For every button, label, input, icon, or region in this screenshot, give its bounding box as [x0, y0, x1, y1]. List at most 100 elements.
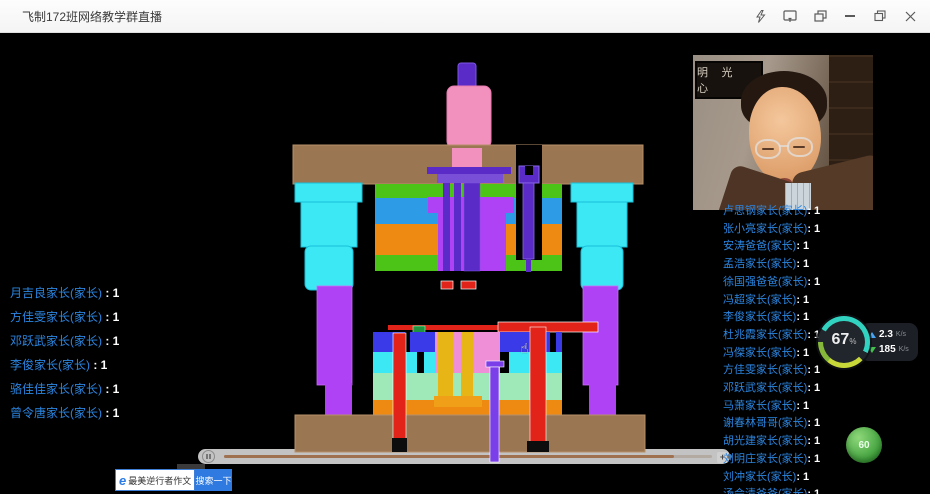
- viewer-name: 曾令唐家长(家长): [10, 406, 102, 420]
- viewer-row: 马萧家长(家长): 1: [723, 398, 923, 416]
- viewer-name: 邓跃武家长(家长): [10, 334, 102, 348]
- viewer-row: 谢春林哥哥(家长): 1: [723, 415, 923, 433]
- seek-track[interactable]: [224, 455, 712, 458]
- viewer-row: 方佳雯家长(家长) : 1: [10, 305, 119, 329]
- teacher-eye: [762, 148, 774, 150]
- viewer-count: : 1: [807, 205, 820, 217]
- teacher-face: [749, 87, 821, 183]
- viewer-count: : 1: [102, 286, 119, 300]
- gauge-inner: 67 %: [823, 321, 865, 363]
- viewer-name: 安涛爸爸(家长): [723, 240, 796, 252]
- viewer-count: : 1: [807, 223, 820, 235]
- viewer-name: 刘明庄家长(家长): [723, 453, 807, 465]
- viewer-name: 胡光建家长(家长): [723, 435, 807, 447]
- download-speed-value: 185: [879, 344, 896, 355]
- restore-icon[interactable]: [872, 8, 888, 24]
- search-button[interactable]: 搜索一下: [195, 469, 232, 491]
- viewer-count: : 1: [796, 311, 809, 323]
- viewer-count: : 1: [807, 417, 820, 429]
- viewer-count: : 1: [102, 406, 119, 420]
- viewer-row: 骆佳佳家长(家长) : 1: [10, 377, 119, 401]
- cascade-windows-icon[interactable]: [812, 8, 828, 24]
- viewer-row: 邓跃武家长(家长): 1: [723, 380, 923, 398]
- viewer-count: : 1: [807, 276, 820, 288]
- viewer-row: 刘明庄家长(家长): 1: [723, 451, 923, 469]
- viewer-row: 汤会清爸爸(家长): 1: [723, 486, 923, 494]
- close-icon[interactable]: [902, 8, 918, 24]
- viewer-name: 孟浩家长(家长): [723, 258, 796, 270]
- gauge-percent-unit: %: [849, 337, 856, 346]
- search-widget-tab: [177, 464, 205, 469]
- viewer-count: : 1: [102, 382, 119, 396]
- pin-window-icon[interactable]: [782, 8, 798, 24]
- viewer-count: : 1: [796, 294, 809, 306]
- bottom-clamp-plate: [295, 415, 645, 452]
- seek-progress: [224, 455, 674, 458]
- viewer-name: 谢春林哥哥(家长): [723, 417, 807, 429]
- viewer-count: : 1: [796, 258, 809, 270]
- viewer-count: : 1: [807, 382, 820, 394]
- mold-upper-half: [293, 63, 643, 272]
- teacher-eye: [793, 146, 805, 148]
- viewer-name: 刘冲家长(家长): [723, 471, 796, 483]
- viewer-name: 张小亮家长(家长): [723, 223, 807, 235]
- top-clamp-plate: [293, 145, 643, 184]
- search-input[interactable]: e 最美逆行者作文: [115, 469, 195, 491]
- viewer-row: 张小亮家长(家长): 1: [723, 221, 923, 239]
- viewer-count: : 1: [796, 240, 809, 252]
- lightning-icon[interactable]: [752, 8, 768, 24]
- download-speed-unit: K/s: [899, 346, 909, 353]
- mouse-cursor-hand: ☝: [520, 340, 529, 357]
- download-speed-row: 185 K/s: [868, 342, 918, 357]
- upload-speed-unit: K/s: [896, 331, 906, 338]
- mold-lower-half: [295, 322, 645, 462]
- viewer-count: : 1: [807, 435, 820, 447]
- accelerator-float-ball[interactable]: 60: [846, 427, 882, 463]
- search-query-text: 最美逆行者作文: [128, 474, 191, 487]
- viewer-list-left: 月吉良家长(家长) : 1 方佳雯家长(家长) : 1 邓跃武家长(家长) : …: [10, 281, 119, 425]
- viewer-name: 徐国强爸爸(家长): [723, 276, 807, 288]
- viewer-row: 胡光建家长(家长): 1: [723, 433, 923, 451]
- viewer-name: 李俊家长(家长): [723, 311, 796, 323]
- viewer-name: 卢思钢家长(家长): [723, 205, 807, 217]
- viewer-row: 邓跃武家长(家长) : 1: [10, 329, 119, 353]
- viewer-row: 冯超家长(家长): 1: [723, 292, 923, 310]
- viewer-name: 冯傑家长(家长): [723, 347, 796, 359]
- gauge-percent: 67: [832, 332, 850, 348]
- viewer-name: 方佳雯家长(家长): [723, 364, 807, 376]
- live-video-stage: + e 最美逆行者作文 搜索一下 月吉良家长(家长) : 1 方佳雯家长(家长)…: [0, 33, 930, 494]
- viewer-row: 曾令唐家长(家长) : 1: [10, 401, 119, 425]
- minimize-icon[interactable]: [842, 8, 858, 24]
- viewer-name: 冯超家长(家长): [723, 294, 796, 306]
- viewer-name: 李俊家长(家长): [10, 358, 90, 372]
- upload-speed-row: 2.3 K/s: [868, 327, 918, 342]
- viewer-name: 汤会清爸爸(家长): [723, 488, 807, 494]
- viewer-name: 杜兆霞家长(家长): [723, 329, 807, 341]
- pause-button[interactable]: [202, 450, 215, 463]
- viewer-name: 骆佳佳家长(家长): [10, 382, 102, 396]
- video-seekbar[interactable]: [198, 449, 730, 464]
- browser-e-icon: e: [119, 473, 126, 488]
- viewer-row: 徐国强爸爸(家长): 1: [723, 274, 923, 292]
- viewer-count: : 1: [807, 488, 820, 494]
- upload-speed-value: 2.3: [879, 329, 893, 340]
- viewer-row: 孟浩家长(家长): 1: [723, 256, 923, 274]
- guide-pillars: [317, 286, 618, 415]
- viewer-row: 刘冲家长(家长): 1: [723, 469, 923, 487]
- viewer-name: 月吉良家长(家长): [10, 286, 102, 300]
- viewer-count: : 1: [807, 453, 820, 465]
- viewer-row: 卢思钢家长(家长): 1: [723, 203, 923, 221]
- window-controls: [752, 8, 930, 24]
- guide-bushings: [295, 183, 633, 290]
- gauge-ring: 67 %: [818, 316, 870, 368]
- titlebar: 飞制172班网络教学群直播: [0, 0, 930, 33]
- viewer-count: : 1: [796, 471, 809, 483]
- window-title: 飞制172班网络教学群直播: [22, 8, 162, 25]
- teacher-webcam-video[interactable]: 明 光 心: [693, 55, 873, 210]
- viewer-count: : 1: [796, 347, 809, 359]
- molded-parts: [441, 281, 476, 289]
- viewer-name: 邓跃武家长(家长): [723, 382, 807, 394]
- memory-usage-gauge[interactable]: 67 %: [818, 316, 870, 368]
- viewer-row: 月吉良家长(家长) : 1: [10, 281, 119, 305]
- taskbar-search-widget: e 最美逆行者作文 搜索一下: [115, 469, 232, 491]
